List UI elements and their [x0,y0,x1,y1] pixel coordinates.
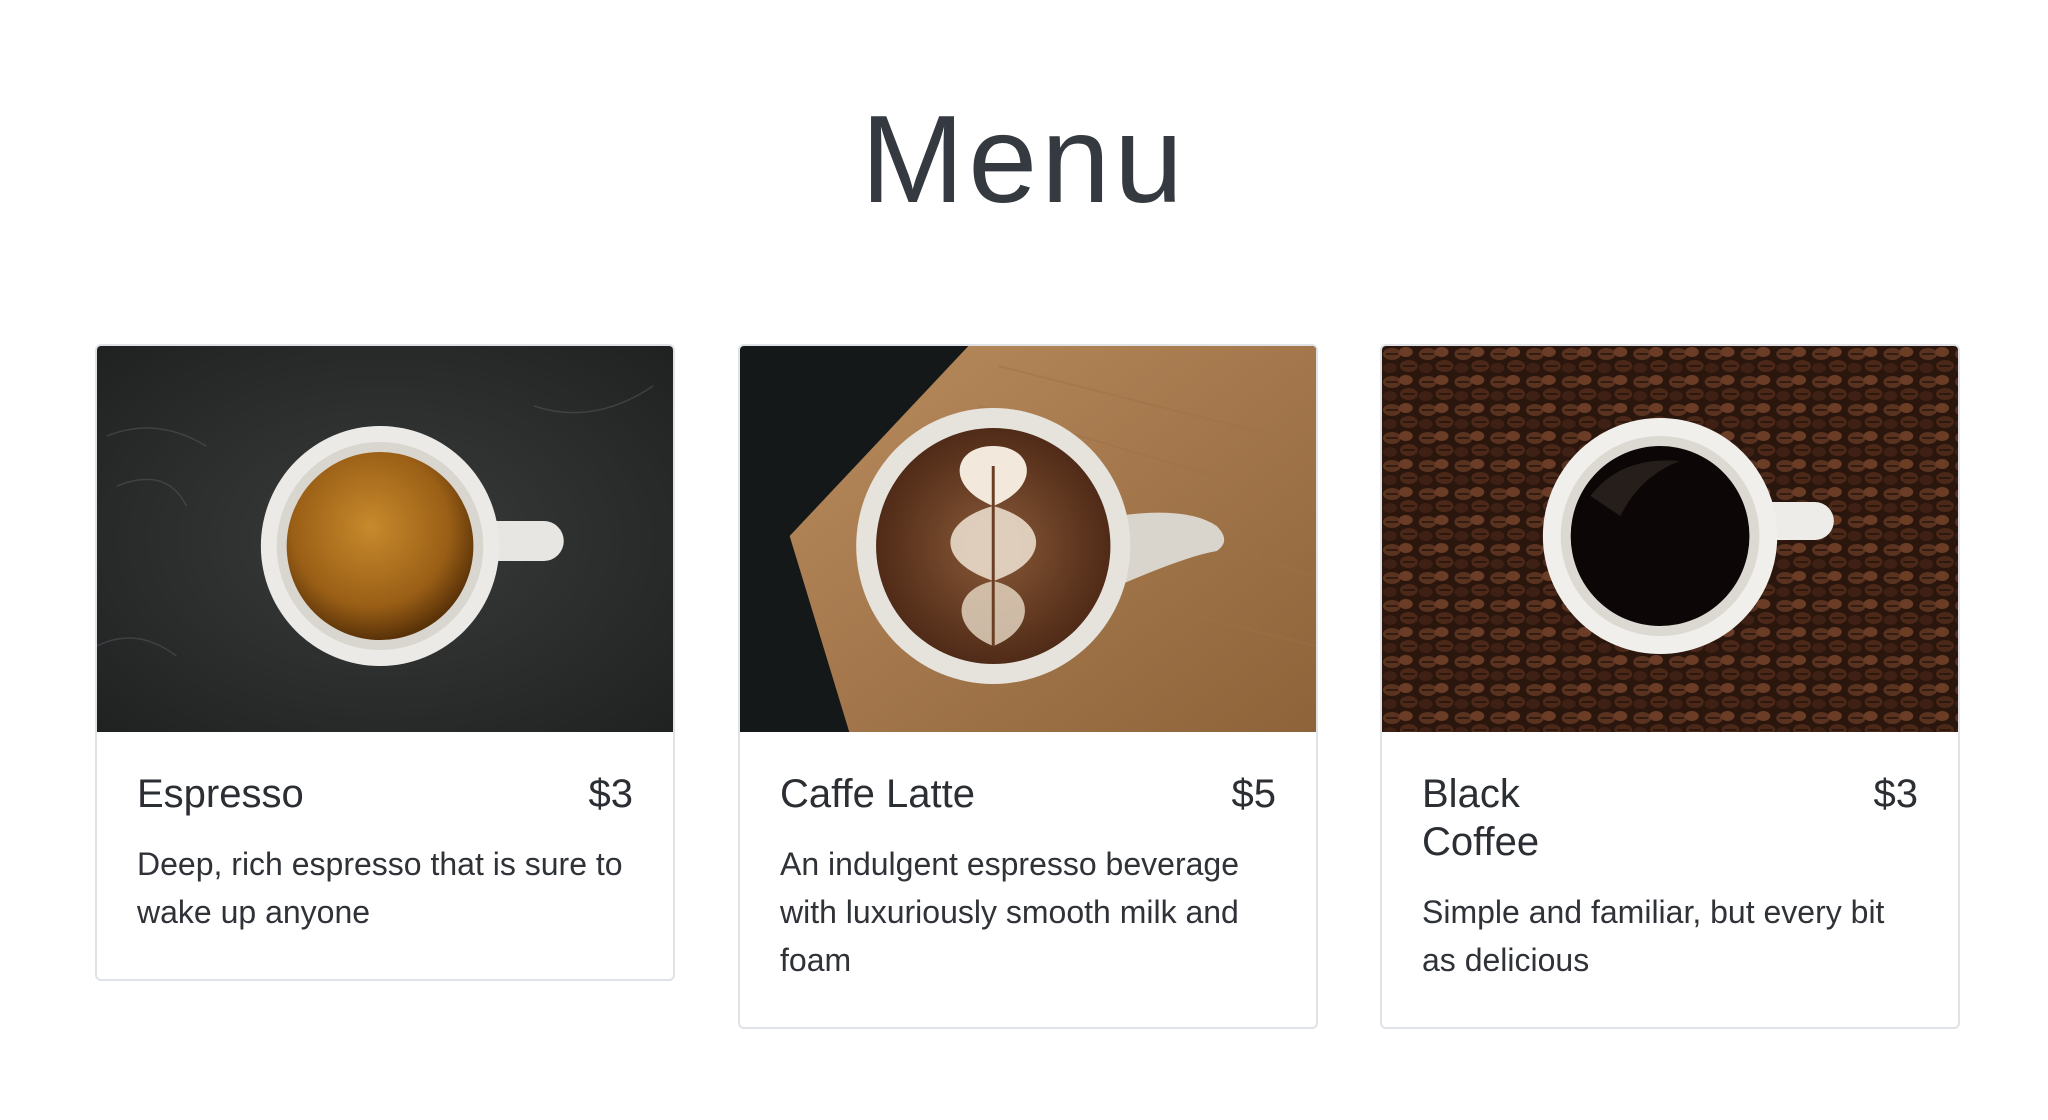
item-price: $5 [1231,772,1277,816]
menu-page: Menu Espresso $3 Deep, rich espresso tha… [0,0,2048,1120]
menu-card-caffe-latte[interactable]: Caffe Latte $5 An indulgent espresso bev… [738,344,1318,1029]
item-description: Simple and familiar, but every bit as de… [1422,894,1885,978]
item-description: Deep, rich espresso that is sure to wake… [137,846,623,930]
espresso-cup-photo [97,346,673,732]
item-name: Black Coffee [1422,772,1540,864]
latte-art-cup-photo [740,346,1316,732]
page-title: Menu [860,91,1188,229]
black-coffee-on-beans-photo [1382,346,1958,732]
item-price: $3 [588,772,634,816]
item-description: An indulgent espresso beverage with luxu… [780,846,1239,978]
item-name: Caffe Latte [780,772,975,816]
menu-card-black-coffee[interactable]: Black Coffee $3 Simple and familiar, but… [1380,344,1960,1029]
item-price: $3 [1873,772,1919,816]
item-name: Espresso [137,772,304,816]
menu-card-espresso[interactable]: Espresso $3 Deep, rich espresso that is … [95,344,675,981]
